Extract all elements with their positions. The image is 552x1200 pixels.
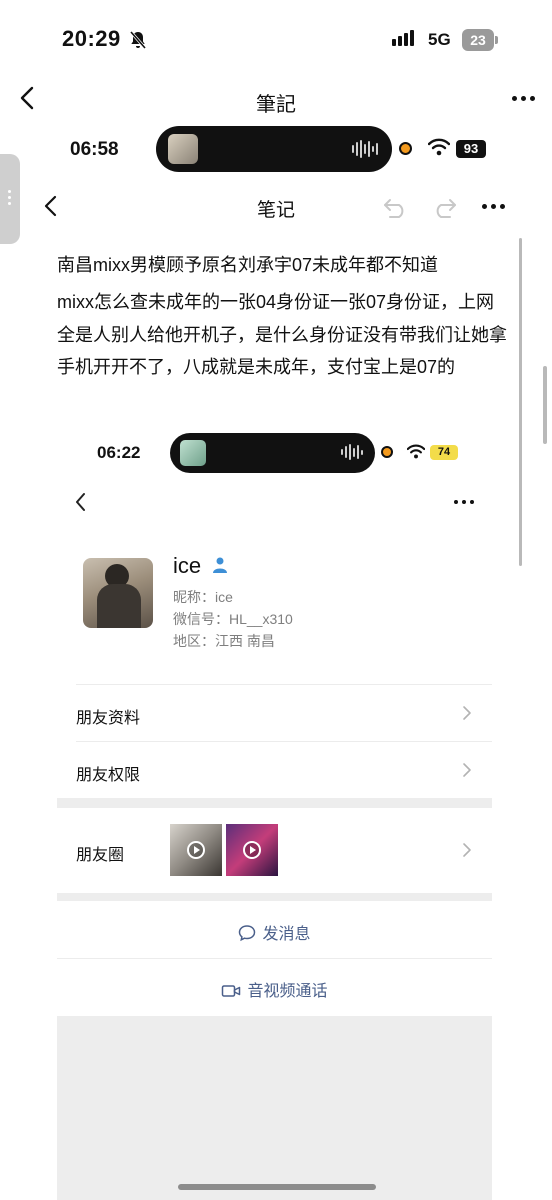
chevron-right-icon (463, 706, 471, 720)
embedded-empty-area (57, 1016, 492, 1200)
page-title: 筆記 (256, 94, 296, 116)
now-playing-avatar (168, 134, 198, 164)
network-type: 5G (428, 30, 451, 49)
cellular-signal-icon (392, 30, 414, 46)
status-time: 20:29 (62, 26, 121, 51)
inner-battery-level: 93 (456, 140, 486, 158)
divider (76, 741, 492, 742)
wifi-icon (428, 138, 450, 156)
battery-icon: 23 (462, 29, 498, 51)
section-separator (57, 798, 492, 808)
profile-avatar (83, 558, 153, 628)
notes-title: 笔记 (256, 200, 295, 221)
notes-more-icon[interactable] (482, 204, 505, 209)
play-icon (243, 841, 261, 859)
embedded-dynamic-island (170, 433, 375, 473)
profile-region: 地区：江西 南昌 (173, 633, 275, 649)
audio-waveform-icon (352, 140, 378, 158)
bell-muted-icon (129, 31, 147, 49)
embedded-more-icon (454, 500, 474, 504)
battery-level: 23 (462, 29, 494, 51)
gender-person-icon (213, 557, 227, 573)
friend-info-label: 朋友资料 (76, 710, 141, 727)
divider (57, 958, 492, 959)
chevron-right-icon (463, 843, 471, 857)
profile-wechat-id: 微信号：HL__x310 (173, 611, 293, 627)
embedded-status-time: 06:22 (97, 443, 141, 462)
chat-bubble-icon (239, 925, 256, 942)
embedded-island-avatar (180, 440, 206, 466)
embedded-waveform-icon (341, 444, 363, 460)
video-call-action: 音视频通话 (57, 977, 492, 1001)
embedded-recording-dot-icon (381, 446, 393, 458)
embedded-wifi-icon (407, 444, 425, 459)
friend-permissions-label: 朋友权限 (76, 767, 141, 784)
profile-nickname: 昵称：ice (173, 589, 233, 605)
note-text-paragraph[interactable]: mixx怎么查未成年的一张04身份证一张07身份证，上网全是人别人给他开机子，是… (57, 286, 507, 384)
moments-label: 朋友圈 (76, 847, 125, 864)
scrollbar-page[interactable] (543, 366, 547, 444)
more-options-icon[interactable] (512, 96, 535, 101)
inner-status-time: 06:58 (70, 139, 119, 160)
divider (76, 684, 492, 685)
undo-icon[interactable] (382, 195, 410, 219)
video-camera-icon (222, 985, 241, 997)
scrollbar-notes[interactable] (519, 238, 522, 566)
chevron-right-icon (463, 763, 471, 777)
embedded-back-chevron-icon (76, 493, 85, 511)
send-message-action: 发消息 (57, 920, 492, 944)
recording-dot-icon (399, 142, 412, 155)
play-icon (187, 841, 205, 859)
send-message-label: 发消息 (262, 926, 311, 943)
home-indicator[interactable] (178, 1184, 376, 1190)
redo-icon[interactable] (430, 195, 458, 219)
embedded-battery-level: 74 (430, 445, 458, 460)
profile-name: ice (173, 553, 202, 578)
section-separator (57, 893, 492, 901)
moment-video-thumbnail (170, 824, 222, 876)
video-call-label: 音视频通话 (247, 983, 328, 1000)
moment-video-thumbnail (226, 824, 278, 876)
note-text-line1[interactable]: 南昌mixx男模顾予原名刘承宇07未成年都不知道 (57, 249, 507, 282)
dynamic-island (156, 126, 392, 172)
